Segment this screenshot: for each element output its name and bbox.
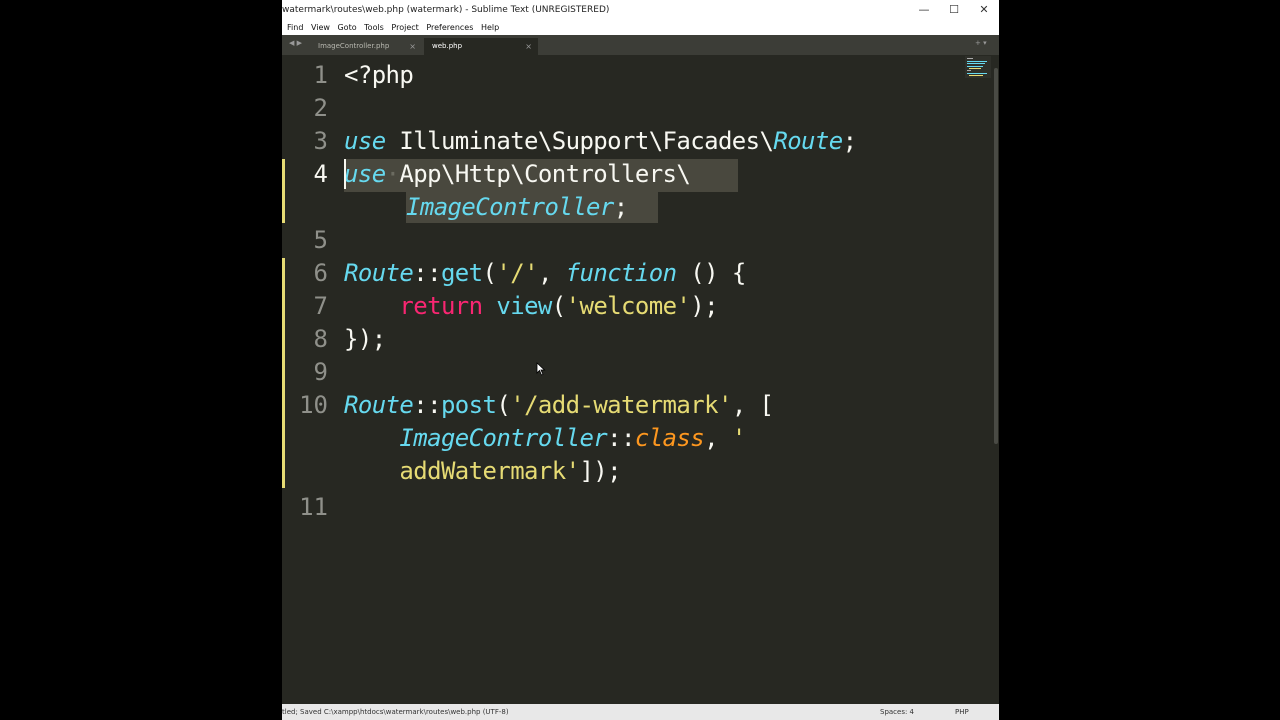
line-number: 10: [299, 391, 328, 419]
code-token: return: [399, 292, 483, 320]
menu-view[interactable]: View: [306, 20, 330, 35]
tab-label: web.php: [432, 42, 463, 50]
code-token: use: [344, 160, 386, 188]
code-token: ImageController: [406, 193, 614, 221]
tab-actions-icon[interactable]: + ▾: [975, 39, 987, 47]
code-token: (: [551, 292, 566, 320]
code-token: class: [634, 424, 705, 452]
line-number: 6: [313, 259, 328, 287]
code-token: () {: [676, 259, 746, 287]
menu-project[interactable]: Project: [386, 20, 418, 35]
line-number: 1: [313, 61, 328, 89]
code-line-4-wrap: ImageController;: [406, 191, 628, 224]
code-token: addWatermark': [399, 457, 580, 485]
code-token: '/add-watermark': [510, 391, 732, 419]
code-token: ]);: [579, 457, 622, 485]
code-line-3: use Illuminate\Support\Facades\Route;: [344, 125, 857, 158]
code-token: ::: [413, 259, 441, 287]
code-token: });: [344, 325, 386, 353]
status-bar: tled; Saved C:\xampp\htdocs\watermark\ro…: [282, 704, 999, 720]
menu-preferences[interactable]: Preferences: [421, 20, 473, 35]
code-token: ,: [704, 424, 732, 452]
code-token: post: [440, 391, 497, 419]
close-icon[interactable]: ✕: [969, 0, 999, 20]
line-number: 2: [313, 94, 328, 122]
code-token: (: [482, 259, 497, 287]
line-number: 11: [299, 493, 328, 521]
code-token: , [: [731, 391, 774, 419]
tab-bar: ◀ ▶ ImageController.php × web.php × + ▾: [282, 35, 999, 55]
text-cursor: [344, 159, 346, 189]
menu-tools[interactable]: Tools: [359, 20, 384, 35]
indentation-setting[interactable]: Spaces: 4: [880, 704, 914, 720]
syntax-selector[interactable]: PHP: [955, 704, 969, 720]
line-number: 7: [313, 292, 328, 320]
code-token: function: [565, 259, 677, 287]
code-line-10-wrap-2: addWatermark']);: [344, 455, 621, 488]
maximize-icon[interactable]: ☐: [939, 0, 969, 20]
minimize-icon[interactable]: —: [909, 0, 939, 20]
tab-close-icon[interactable]: ×: [409, 38, 416, 55]
title-bar: watermark\routes\web.php (watermark) - S…: [282, 0, 999, 20]
line-number: 8: [313, 325, 328, 353]
code-token: Route: [344, 259, 414, 287]
tab-imagecontroller[interactable]: ImageController.php ×: [310, 38, 422, 55]
code-token: ::: [607, 424, 635, 452]
code-line-4: use·App\Http\Controllers\: [344, 158, 691, 191]
status-message: tled; Saved C:\xampp\htdocs\watermark\ro…: [282, 708, 509, 716]
code-token: ;: [842, 127, 857, 155]
line-number: 3: [313, 127, 328, 155]
tab-web-php[interactable]: web.php ×: [424, 38, 538, 55]
code-line-7: return view('welcome');: [344, 290, 718, 323]
code-token: ::: [413, 391, 441, 419]
code-line-8: });: [344, 323, 386, 356]
code-editor[interactable]: 1 2 3 4 5 6 7 8 9 10 11 <?php use Illumi…: [282, 56, 999, 704]
sublime-window: watermark\routes\web.php (watermark) - S…: [282, 0, 999, 720]
menu-help[interactable]: Help: [476, 20, 499, 35]
scrollbar-thumb[interactable]: [994, 68, 998, 444]
menu-find[interactable]: Find: [282, 20, 303, 35]
menu-goto[interactable]: Goto: [332, 20, 356, 35]
line-number: 9: [313, 358, 328, 386]
code-token: ;: [613, 193, 628, 221]
code-token: App\Http\Controllers\: [399, 160, 691, 188]
tab-label: ImageController.php: [318, 42, 390, 50]
code-token: Illuminate\Support\Facades\: [385, 127, 774, 155]
code-token: ImageController: [399, 424, 608, 452]
code-line-6: Route::get('/', function () {: [344, 257, 746, 290]
mouse-pointer-icon: [536, 362, 546, 376]
code-token: 'welcome': [565, 292, 691, 320]
code-token: view: [496, 292, 552, 320]
code-token: ·: [385, 160, 400, 188]
line-number: 4: [313, 160, 328, 188]
code-token: ': [731, 424, 746, 452]
code-token: Route: [344, 391, 414, 419]
code-token: use: [344, 127, 386, 155]
code-token: '/': [496, 259, 538, 287]
window-title: watermark\routes\web.php (watermark) - S…: [282, 5, 610, 15]
tab-close-icon[interactable]: ×: [525, 38, 532, 55]
line-number: 5: [313, 226, 328, 254]
code-line-1: <?php: [344, 59, 414, 92]
menu-bar: Find View Goto Tools Project Preferences…: [282, 20, 999, 35]
code-token: get: [440, 259, 483, 287]
minimap[interactable]: [965, 56, 991, 78]
code-token: <?php: [344, 61, 414, 89]
code-token: ,: [537, 259, 566, 287]
code-token: (: [496, 391, 511, 419]
code-token: );: [690, 292, 718, 320]
tab-nav-arrows-icon[interactable]: ◀ ▶: [289, 39, 302, 47]
code-token: Route: [773, 127, 843, 155]
code-line-10: Route::post('/add-watermark', [: [344, 389, 774, 422]
code-line-10-wrap: ImageController::class, ': [344, 422, 746, 455]
